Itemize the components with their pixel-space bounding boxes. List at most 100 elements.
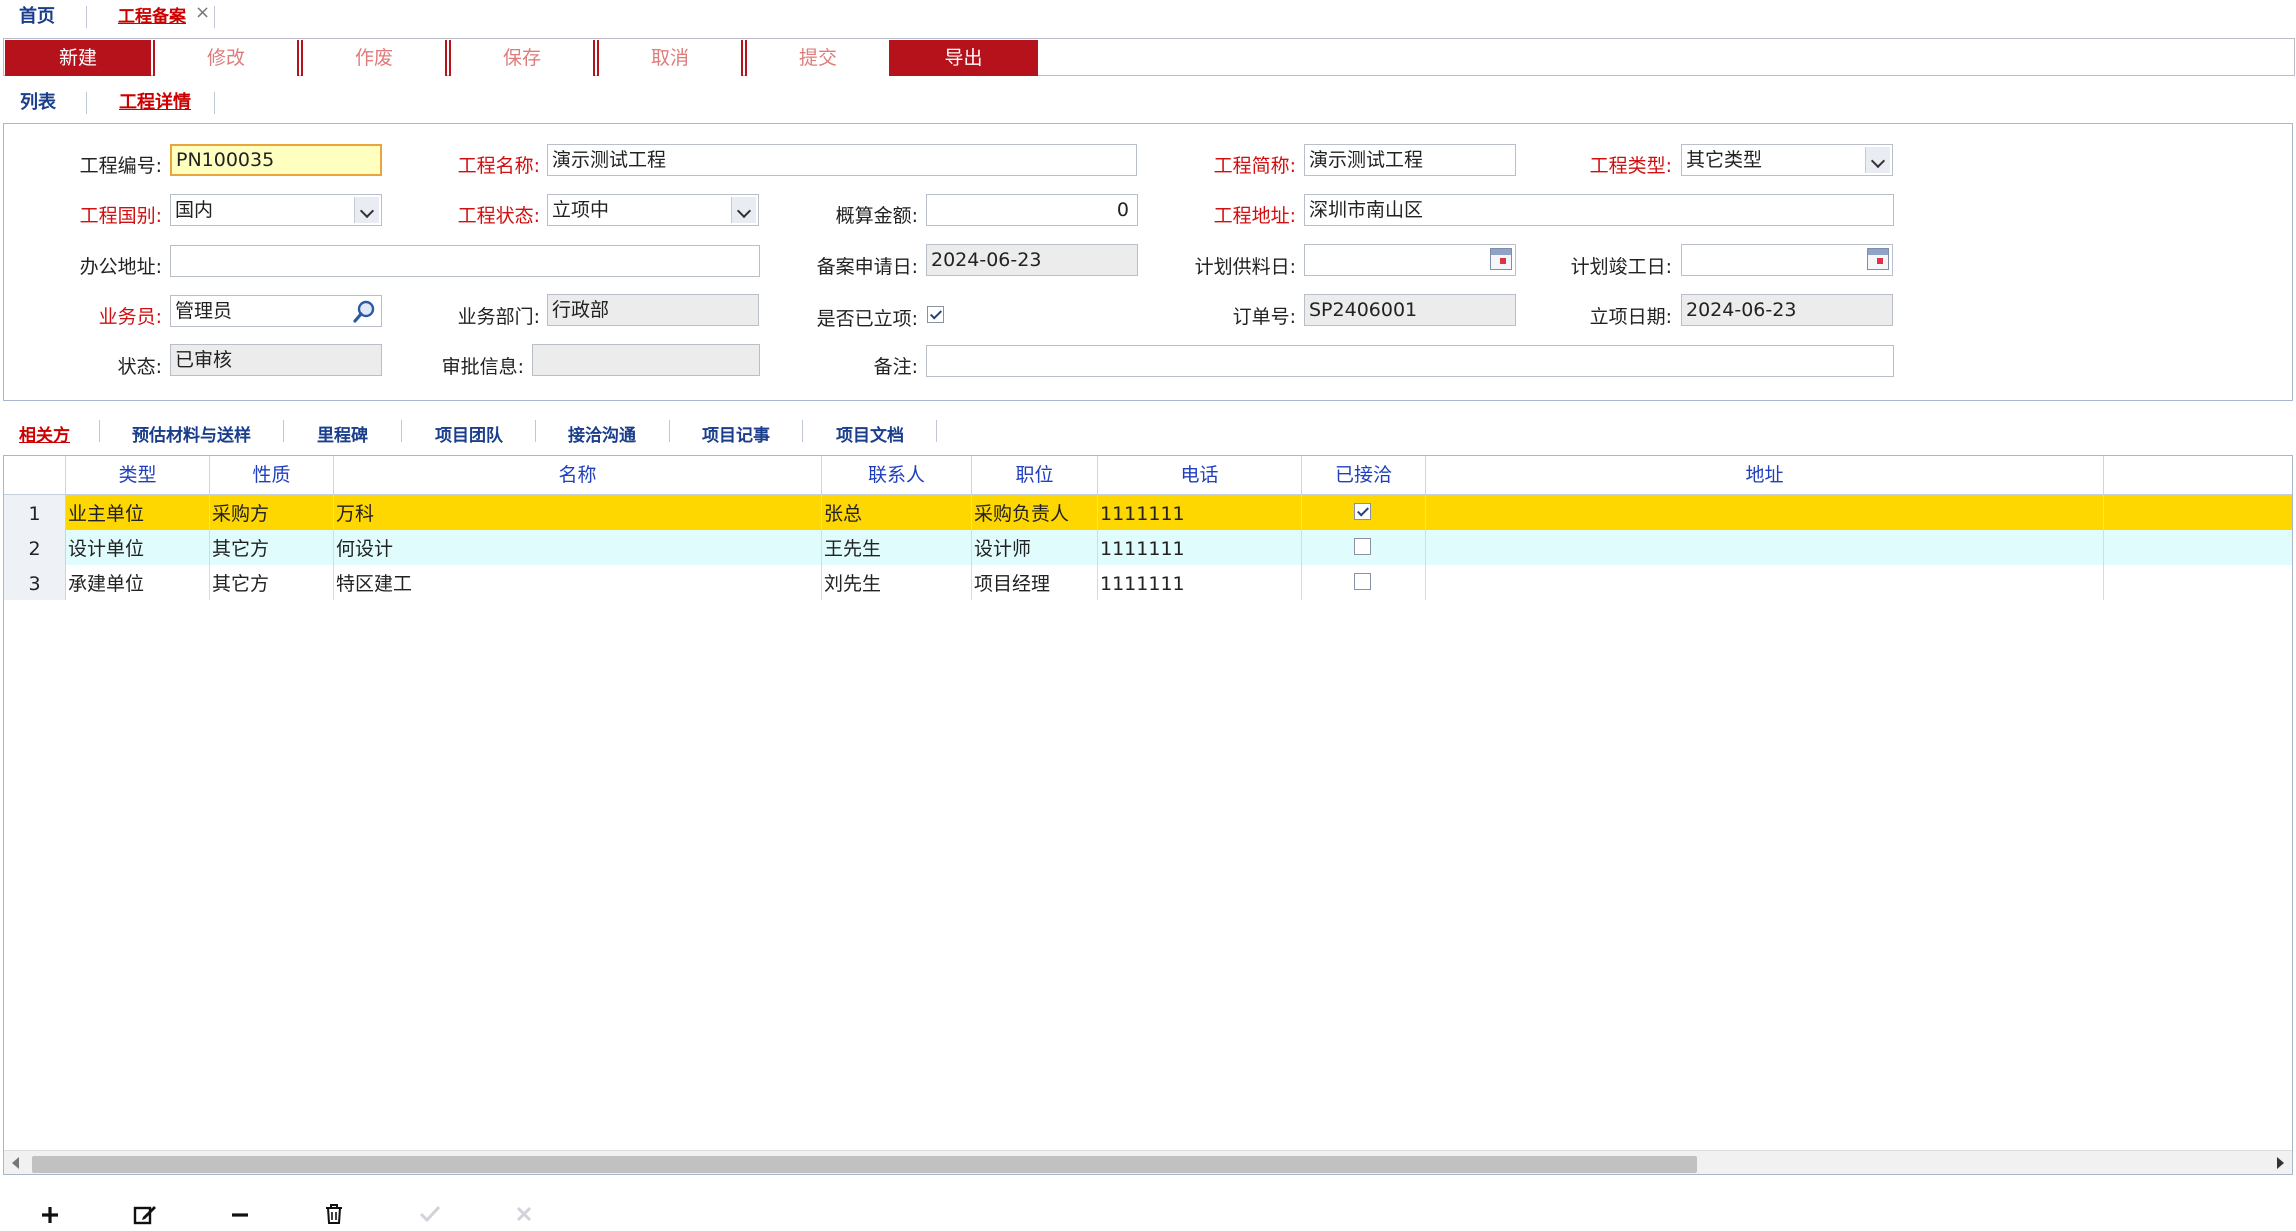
row-number: 1 <box>4 495 66 530</box>
office-address-input[interactable] <box>170 245 760 277</box>
grid-header: 类型 性质 名称 联系人 职位 电话 已接洽 地址 <box>4 456 2292 495</box>
country-select[interactable]: 国内 <box>170 194 382 226</box>
divider <box>214 92 215 114</box>
cell-contacted[interactable] <box>1302 565 1426 600</box>
cell-name[interactable]: 何设计 <box>334 530 822 565</box>
table-row[interactable]: 3 承建单位 其它方 特区建工 刘先生 项目经理 1111111 <box>4 565 2292 600</box>
project-no-input[interactable]: PN100035 <box>170 144 382 176</box>
tab-milestones[interactable]: 里程碑 <box>317 421 368 446</box>
cell-address[interactable] <box>1426 495 2104 530</box>
department-input: 行政部 <box>547 294 759 326</box>
close-icon[interactable] <box>514 1204 534 1224</box>
project-name-input[interactable]: 演示测试工程 <box>547 144 1137 176</box>
cancel-button[interactable]: 取消 <box>597 40 743 76</box>
cell-address[interactable] <box>1426 565 2104 600</box>
contacted-checkbox[interactable] <box>1354 573 1371 590</box>
search-icon[interactable] <box>352 298 378 324</box>
horizontal-scrollbar[interactable] <box>4 1150 2292 1174</box>
cell-contact[interactable]: 王先生 <box>822 530 972 565</box>
check-icon[interactable] <box>418 1203 442 1225</box>
salesman-input[interactable]: 管理员 <box>170 295 382 327</box>
cell-phone[interactable]: 1111111 <box>1098 530 1302 565</box>
tab-estimated-materials[interactable]: 预估材料与送样 <box>132 421 251 446</box>
column-header-name[interactable]: 名称 <box>334 456 822 494</box>
top-tab-project-record[interactable]: 工程备案 <box>118 0 186 36</box>
country-label: 工程国别: <box>79 205 162 227</box>
cell-position[interactable]: 设计师 <box>972 530 1098 565</box>
tab-project-notes[interactable]: 项目记事 <box>702 421 770 446</box>
top-tab-home[interactable]: 首页 <box>19 0 55 36</box>
contacted-checkbox[interactable] <box>1354 538 1371 555</box>
cell-phone[interactable]: 1111111 <box>1098 565 1302 600</box>
chevron-down-icon[interactable] <box>731 197 756 223</box>
submit-button[interactable]: 提交 <box>745 40 891 76</box>
remark-input[interactable] <box>926 345 1894 377</box>
cell-name[interactable]: 万科 <box>334 495 822 530</box>
plan-finish-date-input[interactable] <box>1681 244 1893 276</box>
approved-checkbox[interactable] <box>927 306 944 323</box>
column-header-position[interactable]: 职位 <box>972 456 1098 494</box>
close-icon[interactable]: × <box>195 0 210 26</box>
tab-communication[interactable]: 接洽沟通 <box>568 421 636 446</box>
related-parties-grid: 类型 性质 名称 联系人 职位 电话 已接洽 地址 1 业主单位 采购方 万科 … <box>3 455 2293 1175</box>
project-type-select[interactable]: 其它类型 <box>1681 144 1893 176</box>
cell-type[interactable]: 承建单位 <box>66 565 210 600</box>
project-address-input[interactable]: 深圳市南山区 <box>1304 194 1894 226</box>
plan-supply-date-input[interactable] <box>1304 244 1516 276</box>
table-row[interactable]: 1 业主单位 采购方 万科 张总 采购负责人 1111111 <box>4 495 2292 530</box>
salesman-value: 管理员 <box>175 300 233 322</box>
scrollbar-thumb[interactable] <box>32 1156 1697 1173</box>
tab-list[interactable]: 列表 <box>20 88 56 114</box>
cell-contact[interactable]: 张总 <box>822 495 972 530</box>
export-button[interactable]: 导出 <box>889 40 1038 76</box>
calendar-icon[interactable] <box>1867 248 1889 270</box>
divider <box>936 420 937 442</box>
column-header-address[interactable]: 地址 <box>1426 456 2104 494</box>
trash-icon[interactable] <box>323 1202 345 1226</box>
cell-position[interactable]: 项目经理 <box>972 565 1098 600</box>
column-header-phone[interactable]: 电话 <box>1098 456 1302 494</box>
scroll-right-icon[interactable] <box>2277 1157 2284 1169</box>
country-value: 国内 <box>175 199 214 221</box>
tab-project-team[interactable]: 项目团队 <box>435 421 503 446</box>
tab-project-docs[interactable]: 项目文档 <box>836 421 904 446</box>
project-status-select[interactable]: 立项中 <box>547 194 759 226</box>
chevron-down-icon[interactable] <box>354 197 379 223</box>
new-button[interactable]: 新建 <box>5 40 151 76</box>
column-header-contacted[interactable]: 已接洽 <box>1302 456 1426 494</box>
estimate-input[interactable]: 0 <box>926 194 1138 226</box>
cell-name[interactable]: 特区建工 <box>334 565 822 600</box>
void-button[interactable]: 作废 <box>301 40 447 76</box>
cell-contacted[interactable] <box>1302 495 1426 530</box>
save-button[interactable]: 保存 <box>449 40 595 76</box>
short-name-input[interactable]: 演示测试工程 <box>1304 144 1516 176</box>
row-number: 3 <box>4 565 66 600</box>
cell-type[interactable]: 设计单位 <box>66 530 210 565</box>
plus-icon[interactable] <box>38 1203 62 1227</box>
modify-button[interactable]: 修改 <box>153 40 299 76</box>
cell-contact[interactable]: 刘先生 <box>822 565 972 600</box>
table-row[interactable]: 2 设计单位 其它方 何设计 王先生 设计师 1111111 <box>4 530 2292 565</box>
cell-contacted[interactable] <box>1302 530 1426 565</box>
column-header-nature[interactable]: 性质 <box>210 456 334 494</box>
scroll-left-icon[interactable] <box>12 1157 19 1169</box>
order-no-label: 订单号: <box>1232 306 1296 328</box>
cell-nature[interactable]: 其它方 <box>210 530 334 565</box>
chevron-down-icon[interactable] <box>1865 147 1890 173</box>
calendar-icon[interactable] <box>1490 248 1512 270</box>
cell-nature[interactable]: 其它方 <box>210 565 334 600</box>
contacted-checkbox[interactable] <box>1354 503 1371 520</box>
column-header-type[interactable]: 类型 <box>66 456 210 494</box>
cell-position[interactable]: 采购负责人 <box>972 495 1098 530</box>
cell-nature[interactable]: 采购方 <box>210 495 334 530</box>
column-header-contact[interactable]: 联系人 <box>822 456 972 494</box>
edit-icon[interactable] <box>132 1202 158 1228</box>
cell-type[interactable]: 业主单位 <box>66 495 210 530</box>
project-no-label: 工程编号: <box>79 155 162 177</box>
minus-icon[interactable] <box>228 1203 252 1227</box>
divider <box>535 420 536 442</box>
cell-address[interactable] <box>1426 530 2104 565</box>
cell-phone[interactable]: 1111111 <box>1098 495 1302 530</box>
tab-project-detail[interactable]: 工程详情 <box>119 88 191 114</box>
tab-related-parties[interactable]: 相关方 <box>19 421 70 446</box>
